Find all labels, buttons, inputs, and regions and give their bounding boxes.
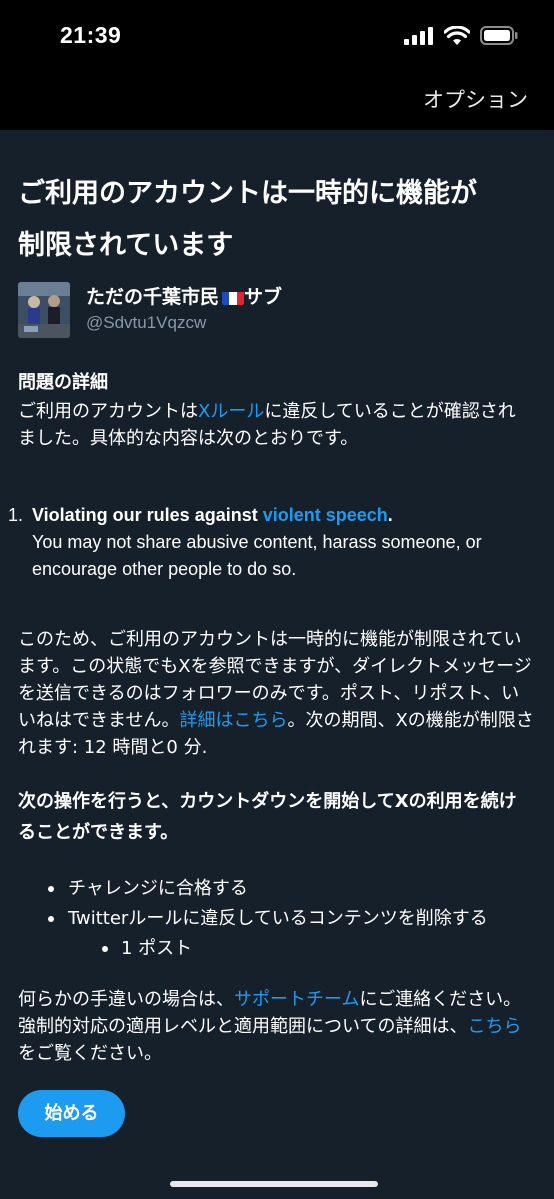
violation-description: You may not share abusive content, haras… [32,532,482,579]
options-button[interactable]: オプション [423,84,528,114]
bullet-dot [48,886,54,892]
support-team-link[interactable]: サポートチーム [234,989,359,1010]
page-title-line2: 制限されています [18,230,234,261]
list-item: 1 ポスト [18,934,534,964]
status-time: 21:39 [60,22,122,48]
list-item: チャレンジに合格する [18,874,534,904]
avatar[interactable] [18,282,70,338]
violation-number: 1. [8,505,24,525]
contact-text-pre: 何らかの手違いの場合は、 [18,989,234,1010]
cellular-signal-icon [404,26,433,45]
details-text-pre: ご利用のアカウントは [18,401,198,422]
wifi-icon [444,26,470,45]
problem-details-text: ご利用のアカウントはXルールに違反していることが確認されました。具体的な内容は次… [18,398,530,452]
page-title: ご利用のアカウントは一時的に機能が 制限されています [18,168,534,272]
violation-title-suffix: . [387,505,393,525]
bullet-dot [48,916,54,922]
action-delete-text: Twitterルールに違反しているコンテンツを削除する [68,908,488,929]
account-handle: @Sdvtu1Vqzcw [86,313,207,332]
problem-details-heading: 問題の詳細 [18,372,108,393]
status-bar: 21:39 [0,0,554,72]
here-link[interactable]: こちら [467,1016,521,1037]
nav-bar: オプション [0,72,554,130]
contact-text: 何らかの手違いの場合は、サポートチームにご連絡ください。強制的対応の適用レベルと… [18,986,534,1067]
account-name-suffix: サブ [244,286,283,308]
battery-icon [480,26,518,45]
action-challenge-text: チャレンジに合格する [68,878,248,899]
violent-speech-link[interactable]: violent speech [263,505,388,525]
violation-body: Violating our rules against violent spee… [32,502,528,583]
countdown-instructions: 次の操作を行うと、カウントダウンを開始してXの利用を続けることができます。 [18,791,517,843]
learn-more-link[interactable]: 詳細はこちら [179,710,287,731]
contact-text-post: をご覧ください。 [18,1043,162,1064]
action-post-count: 1 ポスト [121,938,193,959]
violation-title-prefix: Violating our rules against [32,505,263,525]
list-item: Twitterルールに違反しているコンテンツを削除する [18,904,534,934]
restriction-text: このため、ご利用のアカウントは一時的に機能が制限されています。この状態でもXを参… [18,626,534,761]
start-button[interactable]: 始める [18,1090,125,1137]
home-indicator[interactable] [170,1181,378,1187]
action-list: チャレンジに合格する Twitterルールに違反しているコンテンツを削除する 1… [18,874,534,964]
bullet-dot [102,946,108,952]
account-card: ただの千葉市民 サブ @Sdvtu1Vqzcw [18,280,534,340]
x-rules-link[interactable]: Xルール [198,401,264,422]
page-title-line1: ご利用のアカウントは一時的に機能が [18,178,477,209]
account-name-text: ただの千葉市民 [86,286,220,308]
account-name: ただの千葉市民 サブ [86,282,282,309]
system-icons [404,26,518,45]
france-flag-icon [222,290,244,305]
violation-title: Violating our rules against violent spee… [32,502,528,529]
